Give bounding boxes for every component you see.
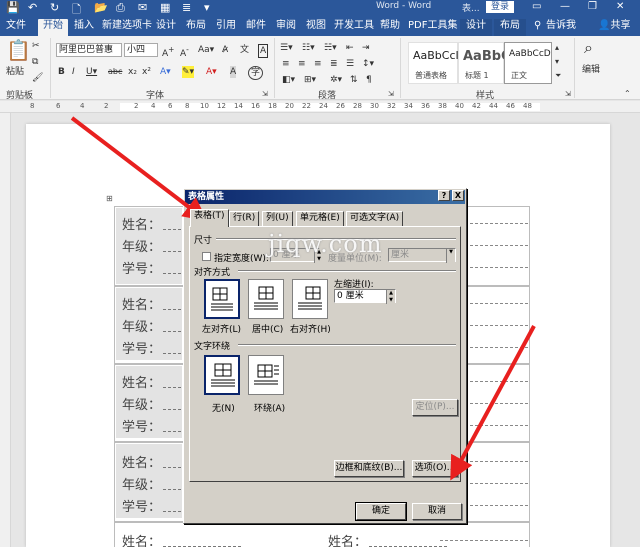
arrow-to-options-button [450,325,536,481]
dialog-tab-table[interactable]: 表格(T) [190,209,229,227]
arrow-to-table-tab [70,116,208,222]
annotation-arrows [70,116,536,481]
